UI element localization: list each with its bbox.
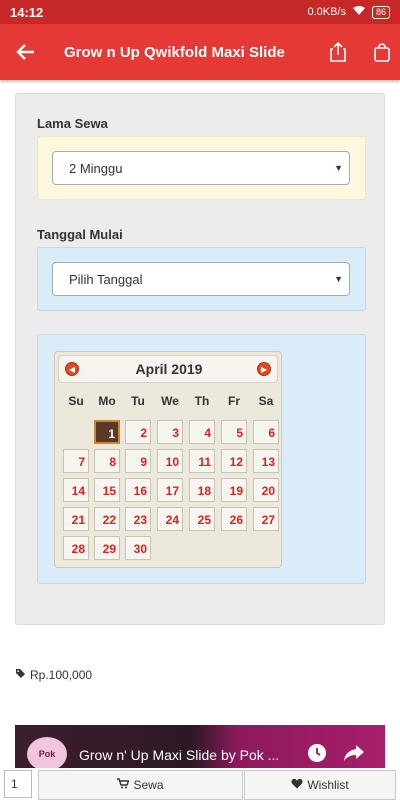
lama-sewa-label: Lama Sewa: [37, 116, 108, 131]
calendar-day[interactable]: 30: [125, 536, 151, 560]
page-title: Grow n Up Qwikfold Maxi Slide: [64, 43, 285, 61]
watch-later-icon[interactable]: [307, 743, 327, 763]
status-bar: 14:12 0.0KB/s 86: [0, 0, 400, 24]
bottom-action-bar: 1 Sewa Wishlist: [0, 768, 400, 800]
calendar-month-title: April 2019: [135, 361, 203, 377]
heart-icon: [291, 778, 303, 792]
prev-month-button[interactable]: ◀: [65, 362, 79, 376]
calendar-day[interactable]: 19: [221, 478, 247, 502]
network-speed: 0.0KB/s: [307, 6, 346, 18]
sewa-label: Sewa: [133, 778, 164, 792]
cart-icon: [117, 778, 130, 792]
calendar-day[interactable]: 11: [189, 449, 215, 473]
wifi-icon: [352, 5, 366, 19]
share-icon: [330, 41, 346, 62]
tanggal-mulai-placeholder: Pilih Tanggal: [69, 271, 143, 287]
calendar-day[interactable]: 27: [253, 507, 279, 531]
weekday-header: We: [161, 394, 179, 408]
wishlist-label: Wishlist: [307, 778, 349, 792]
lama-sewa-select[interactable]: 2 Minggu ▼: [52, 151, 350, 185]
calendar-day[interactable]: 4: [189, 420, 215, 444]
weekday-header: Tu: [131, 394, 145, 408]
calendar-day[interactable]: 2: [125, 420, 151, 444]
calendar-day[interactable]: 15: [94, 478, 120, 502]
calendar-container: April 2019 ◀ ▶ Su Mo Tu We Th Fr Sa 1 2 3 4 5 6 7 8 9 10…: [37, 334, 366, 584]
next-month-button[interactable]: ▶: [257, 362, 271, 376]
tanggal-mulai-select[interactable]: Pilih Tanggal ▼: [52, 262, 350, 296]
back-button[interactable]: [0, 24, 50, 80]
quantity-input[interactable]: 1: [4, 770, 32, 798]
app-bar: Grow n Up Qwikfold Maxi Slide: [0, 24, 400, 80]
calendar-day[interactable]: 9: [125, 449, 151, 473]
weekday-header: Fr: [228, 394, 240, 408]
channel-logo: Pok: [27, 737, 67, 771]
calendar-day[interactable]: 18: [189, 478, 215, 502]
calendar-day[interactable]: 25: [189, 507, 215, 531]
calendar-day[interactable]: 24: [157, 507, 183, 531]
calendar-day[interactable]: 8: [94, 449, 120, 473]
tanggal-mulai-label: Tanggal Mulai: [37, 227, 123, 242]
calendar-day[interactable]: 1: [94, 420, 120, 444]
calendar-day[interactable]: 21: [63, 507, 89, 531]
weekday-header: Th: [194, 394, 210, 408]
share-button[interactable]: [326, 40, 350, 64]
chevron-right-icon: ▶: [260, 365, 268, 374]
date-picker: April 2019 ◀ ▶ Su Mo Tu We Th Fr Sa 1 2 3 4 5 6 7 8 9 10…: [54, 351, 282, 568]
price-value: Rp.100,000: [30, 668, 93, 682]
weekday-header: Su: [68, 394, 84, 408]
cart-button[interactable]: [370, 40, 394, 64]
calendar-day[interactable]: 13: [253, 449, 279, 473]
dropdown-arrow-icon: ▼: [334, 163, 343, 173]
calendar-day[interactable]: 23: [125, 507, 151, 531]
video-title: Grow n' Up Maxi Slide by Pok ...: [79, 747, 280, 763]
calendar-day[interactable]: 7: [63, 449, 89, 473]
weekday-header: Sa: [258, 394, 274, 408]
lama-sewa-value: 2 Minggu: [69, 160, 123, 176]
share-arrow-icon[interactable]: [343, 743, 365, 763]
tag-icon: [15, 668, 26, 682]
dropdown-arrow-icon: ▼: [334, 274, 343, 284]
sewa-button[interactable]: Sewa: [38, 770, 243, 800]
chevron-left-icon: ◀: [68, 365, 76, 374]
calendar-day[interactable]: 17: [157, 478, 183, 502]
rental-form-panel: Lama Sewa 2 Minggu ▼ Tanggal Mulai Pilih…: [15, 93, 385, 625]
calendar-day[interactable]: 16: [125, 478, 151, 502]
calendar-day[interactable]: 14: [63, 478, 89, 502]
calendar-day[interactable]: 6: [253, 420, 279, 444]
calendar-day[interactable]: 10: [157, 449, 183, 473]
wishlist-button[interactable]: Wishlist: [244, 770, 396, 800]
status-time: 14:12: [10, 4, 44, 20]
battery-icon: 86: [371, 5, 390, 19]
status-icons: 0.0KB/s 86: [307, 5, 390, 19]
weekday-header: Mo: [98, 394, 116, 408]
calendar-day[interactable]: 22: [94, 507, 120, 531]
calendar-day[interactable]: 12: [221, 449, 247, 473]
calendar-day[interactable]: 5: [221, 420, 247, 444]
price: Rp.100,000: [15, 668, 92, 682]
shopping-bag-icon: [374, 43, 390, 62]
calendar-header: April 2019 ◀ ▶: [58, 355, 278, 383]
arrow-left-icon: [16, 44, 34, 60]
lama-sewa-container: 2 Minggu ▼: [37, 136, 366, 200]
calendar-day[interactable]: 20: [253, 478, 279, 502]
calendar-day[interactable]: 26: [221, 507, 247, 531]
calendar-day[interactable]: 28: [63, 536, 89, 560]
calendar-day[interactable]: 29: [94, 536, 120, 560]
tanggal-mulai-container: Pilih Tanggal ▼: [37, 247, 366, 311]
calendar-day[interactable]: 3: [157, 420, 183, 444]
